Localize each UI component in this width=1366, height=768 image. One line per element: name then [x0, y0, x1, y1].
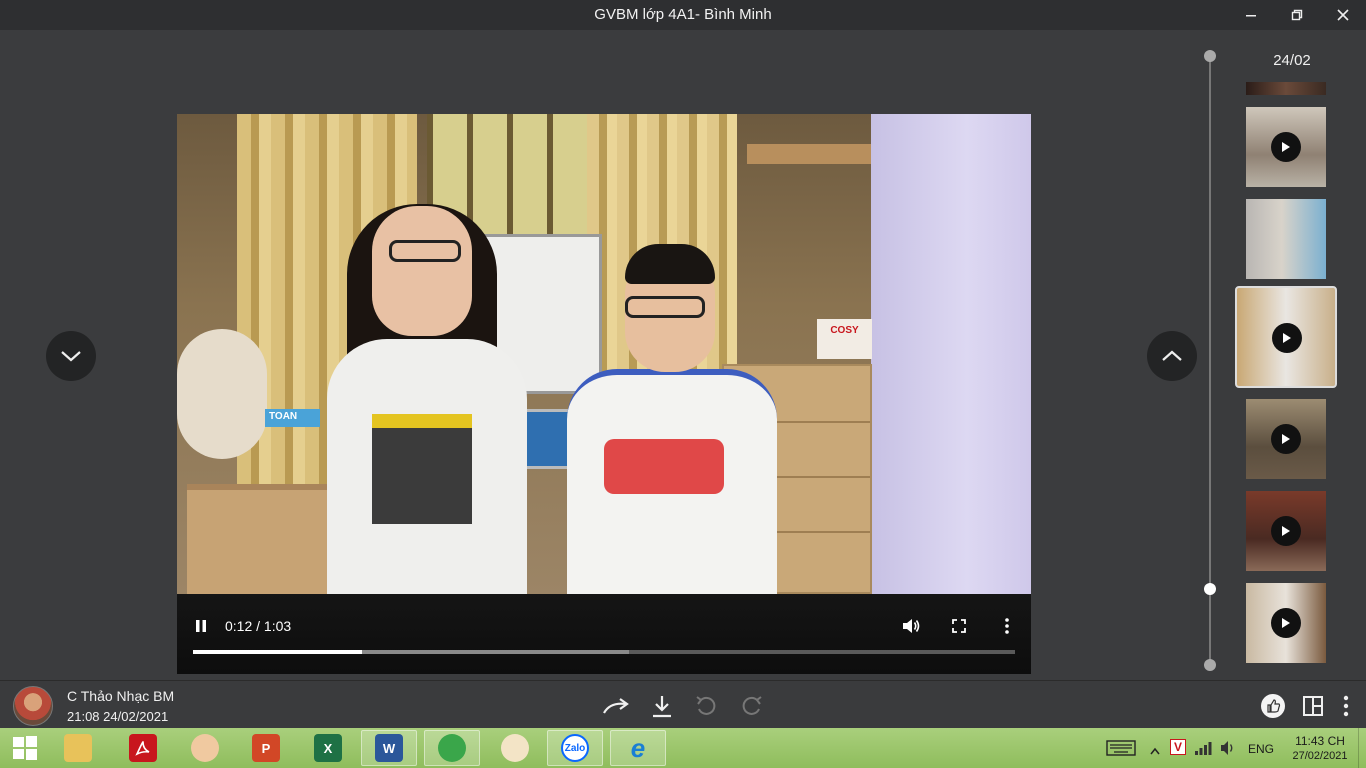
chevron-up-icon: [1150, 747, 1160, 755]
played-bar: [193, 650, 362, 654]
more-options-button[interactable]: [993, 612, 1021, 640]
message-timestamp: 21:08 24/02/2021: [67, 709, 169, 724]
video-controls: 0:12 / 1:03: [177, 594, 1031, 674]
rotate-left-icon: [696, 696, 716, 715]
play-icon: [1272, 323, 1302, 353]
window-title: GVBM lớp 4A1- Bình Minh: [594, 6, 772, 23]
speaker-icon[interactable]: [1220, 740, 1236, 761]
cartoon-game-icon: [191, 734, 219, 762]
previous-media-button[interactable]: [1147, 331, 1197, 381]
show-desktop-button[interactable]: [1358, 728, 1366, 768]
zalo-icon: Zalo: [561, 734, 589, 762]
taskbar-coccoc[interactable]: [424, 730, 480, 766]
vietkey-icon[interactable]: V: [1170, 739, 1186, 755]
video-time: 0:12 / 1:03: [225, 618, 292, 634]
network-icon[interactable]: [1194, 740, 1212, 761]
powerpoint-icon: P: [252, 734, 280, 762]
video-frame: COSY TOAN: [177, 114, 1031, 594]
minimize-icon: [1246, 15, 1256, 17]
timeline-position-handle[interactable]: [1204, 583, 1216, 595]
rotate-right-icon: [742, 696, 762, 715]
pause-icon: [196, 620, 206, 632]
taskbar-acrobat[interactable]: [115, 730, 171, 766]
thumbs-up-icon: [1261, 694, 1285, 718]
taskbar-internet-explorer[interactable]: e: [610, 730, 666, 766]
media-thumb[interactable]: [1246, 399, 1326, 479]
more-menu-button[interactable]: [1331, 691, 1361, 721]
word-icon: W: [375, 734, 403, 762]
app-window: GVBM lớp 4A1- Bình Minh COSY TOAN 0:12 /…: [0, 0, 1366, 728]
clock-date[interactable]: 27/02/2021: [1288, 750, 1352, 762]
split-layout-icon: [1303, 696, 1323, 716]
internet-explorer-icon: e: [630, 732, 646, 763]
timeline-rail: [1209, 56, 1211, 666]
keyboard-icon[interactable]: [1106, 740, 1136, 761]
acrobat-icon: [129, 734, 157, 762]
toan-box: TOAN: [265, 409, 320, 427]
chevron-down-icon: [61, 351, 81, 362]
cosy-box: COSY: [817, 319, 872, 359]
avatar[interactable]: [13, 686, 53, 726]
download-icon: [653, 696, 671, 718]
fullscreen-button[interactable]: [945, 612, 973, 640]
close-button[interactable]: [1320, 0, 1366, 30]
language-indicator[interactable]: ENG: [1248, 742, 1274, 756]
download-button[interactable]: [647, 691, 677, 721]
timeline-top-dot: [1204, 50, 1216, 62]
media-thumb[interactable]: [1246, 107, 1326, 187]
title-bar: GVBM lớp 4A1- Bình Minh: [0, 0, 1366, 30]
media-thumb-selected[interactable]: [1235, 286, 1337, 388]
fullscreen-icon: [952, 619, 966, 633]
restore-button[interactable]: [1274, 0, 1320, 30]
share-arrow-icon: [603, 698, 629, 714]
rotate-right-button[interactable]: [737, 691, 767, 721]
sender-name: C Thảo Nhạc BM: [67, 688, 175, 704]
start-button[interactable]: [0, 730, 50, 766]
seek-bar[interactable]: [193, 650, 1015, 654]
windows-logo-icon: [13, 736, 37, 760]
clock-time[interactable]: 11:43 CH: [1290, 734, 1350, 748]
taskbar-file-explorer[interactable]: [50, 730, 106, 766]
chevron-up-icon: [1162, 350, 1182, 361]
media-thumb[interactable]: [1246, 199, 1326, 279]
pause-button[interactable]: [187, 612, 215, 640]
paint-palette-icon: [501, 734, 529, 762]
media-thumb[interactable]: [1246, 82, 1326, 95]
play-icon: [1271, 132, 1301, 162]
media-thumb[interactable]: [1246, 491, 1326, 571]
media-thumb[interactable]: [1246, 583, 1326, 663]
show-hidden-icons-button[interactable]: [1150, 742, 1160, 760]
excel-icon: X: [314, 734, 342, 762]
close-icon: [1337, 9, 1349, 21]
play-icon: [1271, 424, 1301, 454]
taskbar-zalo[interactable]: Zalo: [547, 730, 603, 766]
sidebar-date: 24/02: [1273, 52, 1311, 69]
folder-icon: [64, 734, 92, 762]
play-icon: [1271, 608, 1301, 638]
taskbar-paint[interactable]: [487, 730, 543, 766]
media-viewer: COSY TOAN 0:12 / 1:03: [0, 30, 1197, 680]
video-player[interactable]: COSY TOAN 0:12 / 1:03: [177, 114, 1031, 674]
taskbar-word[interactable]: W: [361, 730, 417, 766]
like-button[interactable]: [1258, 691, 1288, 721]
windows-taskbar: P X W Zalo e V ENG 11:43 CH 27/02/2021: [0, 728, 1366, 768]
coccoc-browser-icon: [438, 734, 466, 762]
more-vertical-icon: [1343, 695, 1349, 717]
more-vertical-icon: [1005, 618, 1009, 634]
taskbar-powerpoint[interactable]: P: [238, 730, 294, 766]
timeline-bottom-dot: [1204, 659, 1216, 671]
message-info-bar: C Thảo Nhạc BM 21:08 24/02/2021: [0, 680, 1366, 728]
play-icon: [1271, 516, 1301, 546]
taskbar-game[interactable]: [177, 730, 233, 766]
layout-toggle-button[interactable]: [1298, 691, 1328, 721]
next-media-button[interactable]: [46, 331, 96, 381]
volume-icon: [903, 619, 920, 633]
volume-button[interactable]: [897, 612, 925, 640]
rotate-left-button[interactable]: [691, 691, 721, 721]
taskbar-excel[interactable]: X: [300, 730, 356, 766]
share-button[interactable]: [601, 691, 631, 721]
restore-icon: [1291, 9, 1303, 21]
minimize-button[interactable]: [1228, 0, 1274, 30]
